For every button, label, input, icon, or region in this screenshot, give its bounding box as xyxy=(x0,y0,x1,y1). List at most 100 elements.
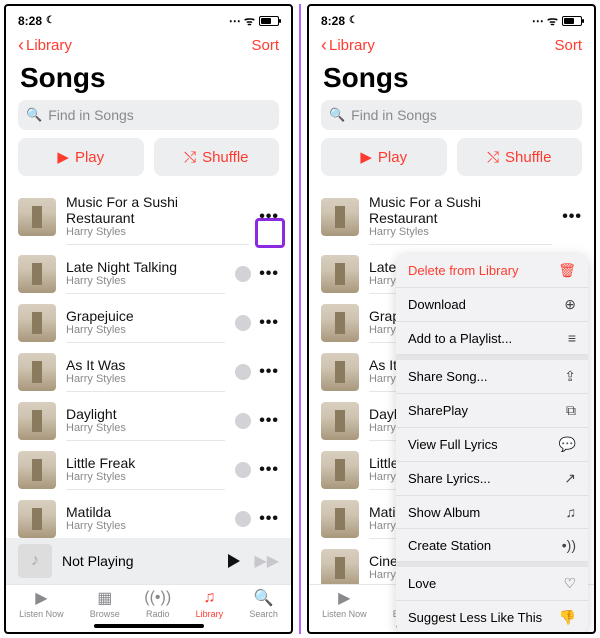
menu-item-label: View Full Lyrics xyxy=(408,437,498,452)
song-artist: Harry Styles xyxy=(66,275,225,287)
menu-item-label: SharePlay xyxy=(408,403,468,418)
chevron-left-icon: ‹ xyxy=(321,35,327,56)
song-row[interactable]: MatildaHarry Styles ••• xyxy=(6,494,291,538)
more-button[interactable]: ••• xyxy=(259,461,279,479)
song-row[interactable]: Late Night TalkingHarry Styles••• xyxy=(6,249,291,298)
menu-love[interactable]: Love♡ xyxy=(396,567,588,601)
album-art xyxy=(321,500,359,538)
song-title: Daylight xyxy=(66,406,225,422)
song-artist: Harry Styles xyxy=(66,373,225,385)
song-title: Little Freak xyxy=(66,455,225,471)
battery-icon xyxy=(562,16,582,26)
song-artist: Harry Styles xyxy=(66,226,249,238)
play-label: Play xyxy=(378,149,407,166)
menu-item-icon: •)) xyxy=(562,537,576,553)
album-art xyxy=(18,255,56,293)
sort-button[interactable]: Sort xyxy=(554,37,582,54)
shuffle-button[interactable]: ⤭ Shuffle xyxy=(154,138,280,176)
nowplaying-forward-icon[interactable]: ▶▶ xyxy=(254,551,279,571)
tab-icon: ♫ xyxy=(199,589,219,607)
song-list: Music For a Sushi RestaurantHarry Styles… xyxy=(6,184,291,538)
tab-icon: ((•)) xyxy=(148,589,168,607)
tab-browse[interactable]: ▦Browse xyxy=(90,589,120,619)
song-row[interactable]: DaylightHarry Styles ••• xyxy=(6,396,291,445)
song-row[interactable]: Little FreakHarry Styles••• xyxy=(6,445,291,494)
menu-item-icon: ⧉ xyxy=(566,402,576,419)
song-title: Grapejuice xyxy=(66,308,225,324)
menu-item-label: Share Song... xyxy=(408,369,488,384)
shuffle-label: Shuffle xyxy=(202,149,248,166)
back-button[interactable]: ‹ Library xyxy=(321,35,375,56)
menu-create-station[interactable]: Create Station •)) xyxy=(396,529,588,562)
shuffle-icon: ⤭ xyxy=(184,149,196,166)
tab-icon: 🔍 xyxy=(254,589,274,607)
song-artist: Harry Styles xyxy=(66,520,225,532)
back-button[interactable]: ‹ Library xyxy=(18,35,72,56)
battery-icon xyxy=(259,16,279,26)
song-row[interactable]: Music For a Sushi RestaurantHarry Styles… xyxy=(6,184,291,249)
song-row[interactable]: As It WasHarry Styles••• xyxy=(6,347,291,396)
song-title: Music For a Sushi Restaurant xyxy=(66,194,249,226)
tab-library[interactable]: ♫Library xyxy=(196,589,224,619)
menu-item-label: Download xyxy=(408,297,466,312)
song-row[interactable]: GrapejuiceHarry Styles ••• xyxy=(6,298,291,347)
menu-item-icon: ♡ xyxy=(563,575,576,592)
search-placeholder: Find in Songs xyxy=(48,107,134,123)
download-indicator-icon xyxy=(235,511,251,527)
play-button[interactable]: ▶ Play xyxy=(321,138,447,176)
menu-view-full-lyrics[interactable]: View Full Lyrics💬 xyxy=(396,428,588,462)
tab-search[interactable]: 🔍Search xyxy=(249,589,278,619)
album-art xyxy=(18,500,56,538)
album-art xyxy=(18,198,56,236)
sort-button[interactable]: Sort xyxy=(252,37,280,54)
nowplaying-label: Not Playing xyxy=(62,553,218,569)
more-button[interactable]: ••• xyxy=(259,208,279,226)
tab-listen-now[interactable]: ▶Listen Now xyxy=(322,589,367,619)
more-button[interactable]: ••• xyxy=(259,510,279,528)
album-art xyxy=(321,402,359,440)
more-button[interactable]: ••• xyxy=(259,314,279,332)
home-indicator xyxy=(94,624,204,628)
menu-item-label: Show Album xyxy=(408,505,480,520)
play-label: Play xyxy=(75,149,104,166)
menu-download[interactable]: Download⊕ xyxy=(396,288,588,322)
song-row[interactable]: Music For a Sushi RestaurantHarry Styles… xyxy=(309,184,594,249)
download-indicator-icon xyxy=(235,462,251,478)
shuffle-button[interactable]: ⤭ Shuffle xyxy=(457,138,583,176)
nowplaying-play-icon[interactable] xyxy=(228,554,240,568)
play-button[interactable]: ▶ Play xyxy=(18,138,144,176)
album-art xyxy=(321,549,359,585)
shuffle-icon: ⤭ xyxy=(487,149,499,166)
more-button[interactable]: ••• xyxy=(259,363,279,381)
tab-listen-now[interactable]: ▶Listen Now xyxy=(19,589,64,619)
song-artist: Harry Styles xyxy=(66,422,225,434)
album-art xyxy=(18,402,56,440)
more-button[interactable]: ••• xyxy=(562,208,582,226)
menu-shareplay[interactable]: SharePlay ⧉ xyxy=(396,394,588,428)
now-playing-bar[interactable]: ♪ Not Playing ▶▶ xyxy=(6,538,291,584)
menu-share-song[interactable]: Share Song...⇪ xyxy=(396,360,588,394)
tab-icon: ▦ xyxy=(95,589,115,607)
menu-suggest-less-like-this[interactable]: Suggest Less Like This👎 xyxy=(396,601,588,634)
menu-show-album[interactable]: Show Album♫ xyxy=(396,496,588,529)
menu-add-to-a-playlist[interactable]: Add to a Playlist...≡ xyxy=(396,322,588,355)
menu-share-lyrics[interactable]: Share Lyrics...↗ xyxy=(396,462,588,496)
more-button[interactable]: ••• xyxy=(259,265,279,283)
song-artist: Harry Styles xyxy=(66,324,225,336)
menu-item-label: Create Station xyxy=(408,538,491,553)
search-input[interactable]: 🔍 Find in Songs xyxy=(18,100,279,130)
menu-item-icon: 🗑 xyxy=(558,262,576,279)
search-input[interactable]: 🔍 Find in Songs xyxy=(321,100,582,130)
menu-item-icon: 👎 xyxy=(559,609,576,626)
back-label: Library xyxy=(26,37,72,54)
tab-radio[interactable]: ((•))Radio xyxy=(146,589,170,619)
album-art xyxy=(321,198,359,236)
more-button[interactable]: ••• xyxy=(259,412,279,430)
menu-delete-from-library[interactable]: Delete from Library🗑 xyxy=(396,254,588,288)
song-artist: Harry Styles xyxy=(369,226,552,238)
song-title: Matilda xyxy=(66,504,225,520)
status-bar: 8:28 ☾ ⋯ ᯤ xyxy=(309,6,594,31)
chevron-left-icon: ‹ xyxy=(18,35,24,56)
phone-right: 8:28 ☾ ⋯ ᯤ ‹ Library Sort Songs 🔍 Find i… xyxy=(307,4,596,634)
status-time: 8:28 xyxy=(321,14,345,28)
